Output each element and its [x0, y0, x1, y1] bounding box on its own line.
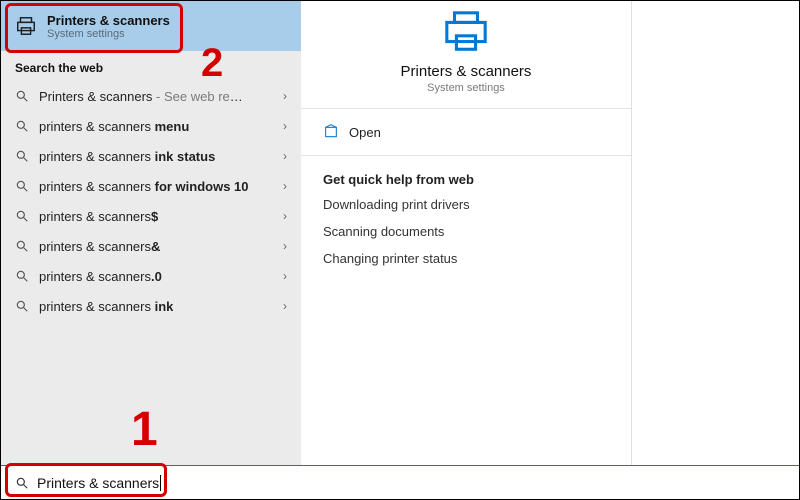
- web-result-item[interactable]: printers & scanners for windows 10 ›: [1, 171, 301, 201]
- web-result-text: printers & scanners.0: [39, 269, 162, 284]
- search-icon: [15, 239, 29, 253]
- quick-help-link[interactable]: Downloading print drivers: [323, 197, 609, 212]
- web-result-item[interactable]: printers & scanners menu ›: [1, 111, 301, 141]
- web-result-item[interactable]: printers & scanners ink status ›: [1, 141, 301, 171]
- search-icon: [15, 89, 29, 103]
- detail-title: Printers & scanners: [301, 63, 631, 80]
- chevron-right-icon: ›: [283, 269, 287, 283]
- chevron-right-icon: ›: [283, 179, 287, 193]
- quick-help-section: Get quick help from web Downloading prin…: [301, 156, 631, 266]
- web-result-text: printers & scanners menu: [39, 119, 189, 134]
- best-match-subtitle: System settings: [47, 28, 170, 40]
- search-icon: [15, 149, 29, 163]
- quick-help-title: Get quick help from web: [323, 172, 609, 187]
- search-icon: [15, 209, 29, 223]
- chevron-right-icon: ›: [283, 119, 287, 133]
- web-result-item[interactable]: printers & scanners.0 ›: [1, 261, 301, 291]
- web-result-text: printers & scanners ink: [39, 299, 173, 314]
- search-query-text: Printers & scanners: [37, 475, 159, 491]
- web-result-item[interactable]: printers & scanners& ›: [1, 231, 301, 261]
- web-result-text: printers & scanners$: [39, 209, 158, 224]
- detail-pane: Printers & scanners System settings Open…: [301, 1, 632, 499]
- chevron-right-icon: ›: [283, 209, 287, 223]
- search-input[interactable]: Printers & scanners: [1, 465, 800, 499]
- web-result-item[interactable]: printers & scanners$ ›: [1, 201, 301, 231]
- search-results-pane: Printers & scanners System settings Sear…: [1, 1, 301, 499]
- printer-icon: [15, 15, 37, 37]
- web-result-text: printers & scanners&: [39, 239, 160, 254]
- search-icon: [15, 269, 29, 283]
- text-cursor: [160, 475, 161, 491]
- detail-subtitle: System settings: [301, 82, 631, 94]
- web-results-list: Printers & scanners - See web results›pr…: [1, 81, 301, 321]
- web-result-text: printers & scanners ink status: [39, 149, 215, 164]
- open-action[interactable]: Open: [301, 109, 631, 155]
- quick-help-link[interactable]: Scanning documents: [323, 224, 609, 239]
- search-icon: [15, 299, 29, 313]
- best-match-result[interactable]: Printers & scanners System settings: [1, 1, 301, 51]
- web-results-header: Search the web: [1, 51, 301, 81]
- search-icon: [15, 179, 29, 193]
- web-result-item[interactable]: Printers & scanners - See web results ›: [1, 81, 301, 111]
- best-match-text: Printers & scanners System settings: [47, 13, 170, 40]
- chevron-right-icon: ›: [283, 149, 287, 163]
- open-icon: [323, 124, 339, 140]
- chevron-right-icon: ›: [283, 239, 287, 253]
- web-result-item[interactable]: printers & scanners ink ›: [1, 291, 301, 321]
- best-match-title: Printers & scanners: [47, 13, 170, 28]
- web-result-text: Printers & scanners - See web results: [39, 89, 249, 104]
- detail-header: Printers & scanners System settings: [301, 1, 631, 94]
- chevron-right-icon: ›: [283, 89, 287, 103]
- search-icon: [15, 119, 29, 133]
- chevron-right-icon: ›: [283, 299, 287, 313]
- quick-help-link[interactable]: Changing printer status: [323, 251, 609, 266]
- search-icon: [15, 476, 29, 490]
- web-result-text: printers & scanners for windows 10: [39, 179, 249, 194]
- open-label: Open: [349, 125, 381, 140]
- printer-icon: [441, 9, 491, 55]
- start-search-window: Printers & scanners System settings Sear…: [0, 0, 800, 500]
